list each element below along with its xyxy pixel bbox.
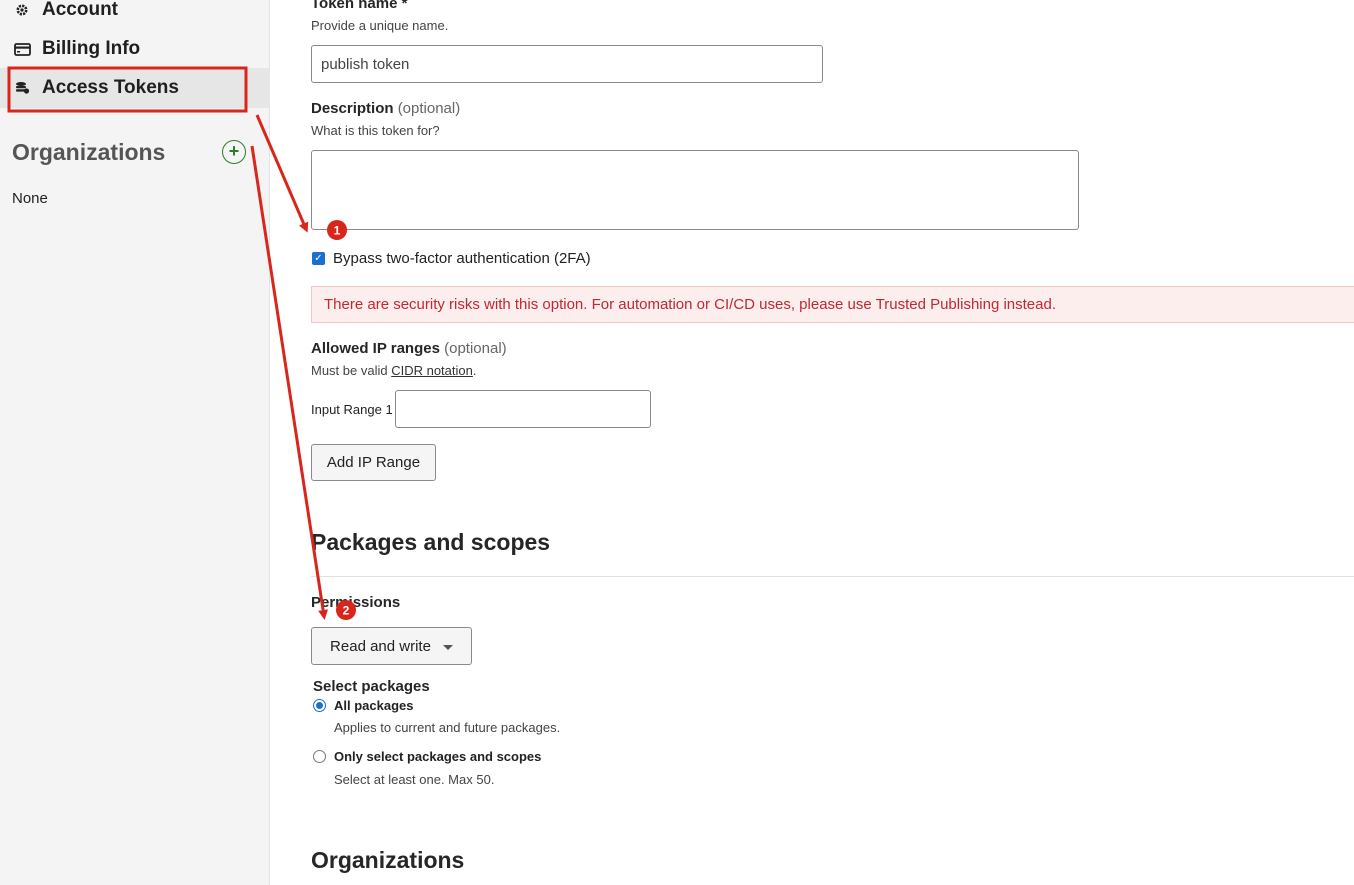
security-warning-banner: There are security risks with this optio… — [311, 286, 1354, 323]
token-name-value: publish token — [321, 55, 410, 73]
token-name-input[interactable]: publish token — [311, 45, 823, 83]
select-packages-option-label: Only select packages and scopes — [334, 749, 542, 764]
all-packages-hint: Applies to current and future packages. — [334, 720, 561, 735]
all-packages-label: All packages — [334, 698, 414, 713]
all-packages-option[interactable]: All packages Applies to current and futu… — [313, 698, 560, 735]
organizations-section-heading: Organizations — [311, 847, 465, 873]
sidebar-item-label: Billing Info — [42, 38, 141, 59]
sidebar-item-label: Access Tokens — [42, 77, 179, 98]
ip-ranges-hint: Must be valid CIDR notation. — [311, 363, 476, 378]
permissions-label: Permissions — [311, 594, 401, 611]
ip-ranges-label: Allowed IP ranges (optional) — [311, 340, 507, 357]
select-packages-hint: Select at least one. Max 50. — [334, 772, 495, 787]
security-warning-text: There are security risks with this optio… — [324, 296, 1057, 313]
bypass-2fa-checkbox[interactable]: ✓ — [312, 252, 325, 265]
bypass-2fa-row: ✓ Bypass two-factor authentication (2FA) — [312, 250, 591, 267]
description-textarea[interactable] — [311, 150, 1079, 230]
organizations-heading: Organizations — [12, 139, 166, 165]
description-label: Description (optional) — [311, 100, 460, 117]
tokens-icon — [12, 80, 32, 96]
credit-card-icon — [12, 41, 32, 57]
ip-ranges-optional: (optional) — [444, 340, 507, 357]
token-name-label: Token name * — [311, 0, 408, 12]
description-hint: What is this token for? — [311, 123, 440, 138]
ip-range-input[interactable] — [395, 390, 651, 428]
cidr-notation-link[interactable]: CIDR notation — [391, 363, 473, 378]
sidebar-item-billing-info[interactable]: Billing Info — [12, 38, 140, 60]
ip-ranges-hint-suffix: . — [472, 363, 477, 378]
sidebar-item-account[interactable]: Account — [12, 0, 118, 21]
sidebar-item-access-tokens[interactable]: Access Tokens — [12, 77, 179, 99]
sidebar-item-label: Account — [42, 0, 118, 20]
section-divider — [311, 576, 1354, 577]
permissions-dropdown[interactable]: Read and write — [311, 627, 472, 665]
chevron-down-icon — [442, 645, 453, 650]
gear-icon — [12, 2, 32, 18]
permissions-value: Read and write — [330, 637, 431, 655]
add-ip-range-button[interactable]: Add IP Range — [311, 444, 436, 481]
token-name-hint: Provide a unique name. — [311, 18, 449, 33]
bypass-2fa-label: Bypass two-factor authentication (2FA) — [333, 250, 591, 267]
description-label-text: Description — [311, 100, 394, 117]
description-optional: (optional) — [397, 100, 461, 117]
select-packages-radio[interactable] — [313, 750, 326, 763]
input-range-label: Input Range 1 — [311, 402, 393, 417]
plus-circle-icon[interactable]: + — [222, 140, 246, 164]
all-packages-radio[interactable] — [313, 699, 326, 712]
sidebar: Account Billing Info Access Tokens Organ… — [0, 0, 270, 885]
ip-ranges-label-text: Allowed IP ranges — [311, 340, 440, 357]
select-packages-option[interactable]: Only select packages and scopes Select a… — [313, 749, 541, 787]
ip-ranges-hint-text: Must be valid — [311, 363, 392, 378]
packages-scopes-heading: Packages and scopes — [311, 529, 551, 555]
select-packages-label: Select packages — [313, 678, 430, 695]
organizations-empty-value: None — [12, 190, 48, 207]
